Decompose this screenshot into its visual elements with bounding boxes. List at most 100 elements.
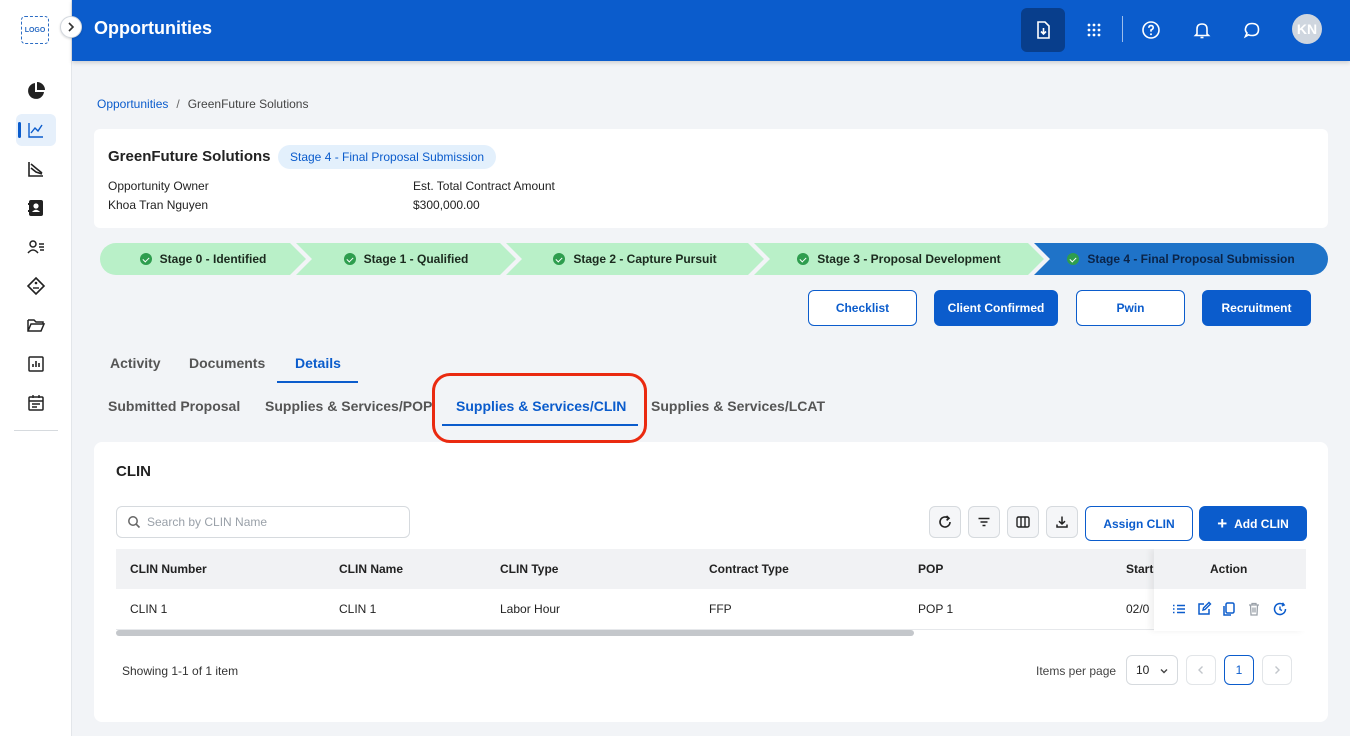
assign-clin-button[interactable]: Assign CLIN — [1085, 506, 1193, 541]
column-header-contract-type[interactable]: Contract Type — [709, 562, 789, 576]
client-confirmed-button[interactable]: Client Confirmed — [934, 290, 1058, 326]
folder-open-icon — [27, 319, 46, 332]
column-header-action: Action — [1210, 562, 1248, 576]
refresh-icon — [939, 515, 951, 528]
sidebar-toggle-button[interactable] — [60, 16, 82, 38]
stage-pipeline: Stage 0 - Identified Stage 1 - Qualified… — [100, 243, 1328, 275]
stage-label: Stage 2 - Capture Pursuit — [573, 252, 717, 266]
sidebar-item-pipeline[interactable] — [16, 153, 56, 185]
stage-step-4[interactable]: Stage 4 - Final Proposal Submission — [1034, 243, 1328, 275]
cell-pop: POP 1 — [918, 602, 954, 616]
sidebar-item-reports[interactable] — [16, 348, 56, 380]
stage-step-2[interactable]: Stage 2 - Capture Pursuit — [506, 243, 764, 275]
sidebar-item-people[interactable] — [16, 231, 56, 263]
apps-grid-icon — [1087, 23, 1101, 37]
trend-chart-icon — [28, 123, 43, 138]
owner-value: Khoa Tran Nguyen — [108, 198, 209, 212]
list-details-icon[interactable] — [1171, 601, 1187, 617]
items-per-page-select[interactable]: 10 — [1126, 655, 1178, 685]
subtab-supplies-pop[interactable]: Supplies & Services/POP — [265, 398, 432, 414]
bar-chart-icon — [28, 356, 44, 372]
tag-icon — [26, 276, 46, 296]
add-clin-button[interactable]: + Add CLIN — [1199, 506, 1307, 541]
help-button[interactable] — [1135, 14, 1167, 46]
cell-clin-name: CLIN 1 — [339, 602, 377, 616]
page-button-current[interactable]: 1 — [1224, 655, 1254, 685]
chevron-right-icon — [68, 22, 75, 32]
next-page-button[interactable] — [1262, 655, 1292, 685]
tab-activity[interactable]: Activity — [110, 355, 161, 371]
column-header-clin-type[interactable]: CLIN Type — [500, 562, 558, 576]
stage-step-0[interactable]: Stage 0 - Identified — [100, 243, 306, 275]
horizontal-scrollbar[interactable] — [116, 630, 914, 636]
delete-icon[interactable] — [1246, 601, 1262, 617]
cell-contract-type: FFP — [709, 602, 732, 616]
action-header: Action — [1154, 549, 1306, 589]
sidebar-item-opportunities[interactable] — [16, 114, 56, 146]
logo: LOGO — [21, 16, 49, 44]
column-header-start[interactable]: Start — [1126, 562, 1153, 576]
cell-clin-number: CLIN 1 — [130, 602, 168, 616]
clin-search-input[interactable]: Search by CLIN Name — [116, 506, 410, 538]
download-document-button[interactable] — [1021, 8, 1065, 52]
refresh-button[interactable] — [929, 506, 961, 538]
subtab-submitted-proposal[interactable]: Submitted Proposal — [108, 398, 240, 414]
copy-icon[interactable] — [1221, 601, 1237, 617]
bell-icon — [1193, 23, 1211, 39]
subtab-supplies-lcat[interactable]: Supplies & Services/LCAT — [651, 398, 825, 414]
edit-icon[interactable] — [1196, 601, 1212, 617]
export-button[interactable] — [1046, 506, 1078, 538]
clin-table: CLIN Number CLIN Name CLIN Type Contract… — [116, 549, 1306, 639]
stage-label: Stage 4 - Final Proposal Submission — [1087, 252, 1295, 266]
check-circle-icon — [1067, 253, 1080, 265]
breadcrumb: Opportunities / GreenFuture Solutions — [97, 97, 308, 111]
notifications-button[interactable] — [1186, 14, 1218, 46]
prev-page-button[interactable] — [1186, 655, 1216, 685]
pwin-button[interactable]: Pwin — [1076, 290, 1185, 326]
columns-button[interactable] — [1007, 506, 1039, 538]
owner-label: Opportunity Owner — [108, 179, 209, 193]
sidebar-divider — [14, 430, 58, 431]
sidebar-item-contacts[interactable] — [16, 192, 56, 224]
filter-button[interactable] — [968, 506, 1000, 538]
column-header-pop[interactable]: POP — [918, 562, 943, 576]
tab-documents[interactable]: Documents — [189, 355, 265, 371]
recruitment-button[interactable]: Recruitment — [1202, 290, 1311, 326]
chevron-down-icon — [1160, 669, 1168, 674]
help-icon — [1142, 21, 1160, 39]
add-clin-label: Add CLIN — [1234, 516, 1289, 531]
chevron-right-icon — [1275, 666, 1280, 674]
stage-step-3[interactable]: Stage 3 - Proposal Development — [754, 243, 1044, 275]
chevron-left-icon — [1198, 666, 1203, 674]
cell-start: 02/0 — [1126, 602, 1150, 616]
chat-icon — [1243, 22, 1260, 39]
breadcrumb-current: GreenFuture Solutions — [187, 97, 309, 111]
sidebar-item-dashboard[interactable] — [16, 75, 56, 107]
search-icon — [128, 516, 141, 529]
check-circle-icon — [797, 253, 810, 265]
decline-chart-icon — [28, 162, 43, 177]
messages-button[interactable] — [1236, 14, 1268, 46]
stage-step-1[interactable]: Stage 1 - Qualified — [296, 243, 516, 275]
column-header-clin-name[interactable]: CLIN Name — [339, 562, 403, 576]
sidebar-item-deals[interactable] — [16, 270, 56, 302]
opportunity-name: GreenFuture Solutions — [108, 148, 271, 165]
user-avatar[interactable]: KN — [1292, 14, 1322, 44]
checklist-button[interactable]: Checklist — [808, 290, 917, 326]
tab-details-underline — [277, 381, 358, 383]
check-circle-icon — [139, 253, 152, 265]
stage-label: Stage 0 - Identified — [159, 252, 267, 266]
sidebar-item-files[interactable] — [16, 309, 56, 341]
breadcrumb-opportunities-link[interactable]: Opportunities — [97, 97, 168, 111]
stage-label: Stage 1 - Qualified — [363, 252, 469, 266]
items-per-page-value: 10 — [1136, 663, 1150, 677]
annotation-highlight-ring — [432, 373, 647, 443]
column-header-clin-number[interactable]: CLIN Number — [130, 562, 207, 576]
clin-card: CLIN Search by CLIN Name Assign CLIN + Ad… — [94, 442, 1328, 722]
history-icon[interactable] — [1272, 601, 1288, 617]
tab-details[interactable]: Details — [295, 355, 341, 371]
sidebar-item-calendar[interactable] — [16, 387, 56, 419]
action-column: Action — [1154, 549, 1306, 631]
apps-grid-button[interactable] — [1078, 14, 1110, 46]
stage-badge: Stage 4 - Final Proposal Submission — [278, 145, 497, 169]
